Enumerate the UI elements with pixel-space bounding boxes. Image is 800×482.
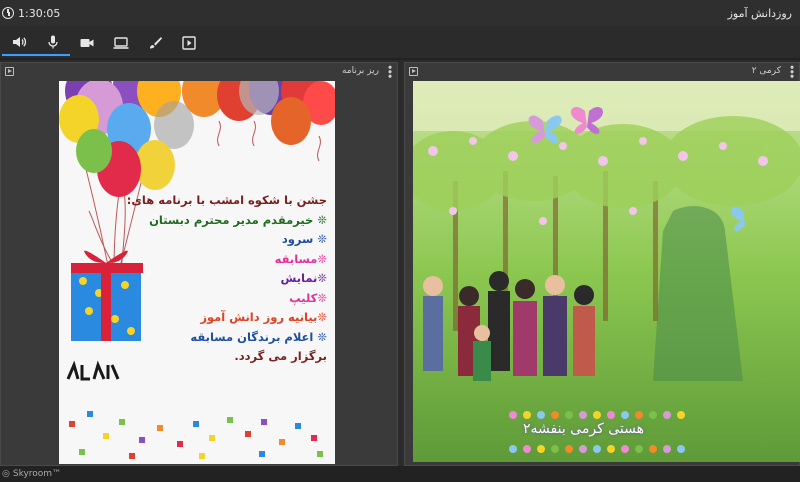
program-line-0: جشن با شکوه امشب با برنامه های: bbox=[126, 193, 327, 207]
program-line-5: ❊کلیپ bbox=[289, 290, 327, 305]
screen-share-icon bbox=[113, 37, 129, 49]
clock-icon bbox=[2, 7, 14, 19]
program-line-7: ❊ اعلام برندگان مسابقه bbox=[190, 329, 327, 344]
panel-play-icon[interactable] bbox=[5, 66, 14, 76]
toolbar-divider bbox=[0, 58, 800, 60]
panel-menu-icon[interactable]: ••• bbox=[383, 64, 396, 77]
footer: ◎ Skyroom™ bbox=[0, 466, 800, 482]
screen-share-button[interactable] bbox=[104, 30, 138, 56]
speaker-icon bbox=[13, 37, 27, 47]
video-frame: هستی کرمی بنفشه۲ bbox=[413, 81, 800, 462]
timer-text: 1:30:05 bbox=[18, 6, 61, 20]
session-timer: 1:30:05 bbox=[2, 7, 60, 20]
panel-play-icon[interactable] bbox=[409, 66, 418, 76]
program-line-4: ❊نمایش bbox=[280, 271, 327, 285]
left-panel-header: ریز برنامه ••• bbox=[1, 63, 397, 79]
video-caption: هستی کرمی بنفشه۲ bbox=[523, 421, 644, 437]
microphone-button[interactable] bbox=[36, 30, 70, 56]
speaker-button[interactable] bbox=[2, 30, 36, 56]
camera-button[interactable] bbox=[70, 30, 104, 56]
right-panel-title: کرمی ۲ bbox=[751, 66, 781, 76]
program-line-8: برگزار می گردد. bbox=[234, 349, 327, 363]
panel-menu-icon[interactable]: ••• bbox=[785, 64, 798, 77]
program-list: جشن با شکوه امشب با برنامه های: ❊ خیرمقد… bbox=[77, 191, 327, 367]
room-title: روزدانش آموز bbox=[727, 6, 792, 20]
play-file-icon bbox=[182, 36, 196, 50]
right-panel-header: کرمی ۲ ••• bbox=[405, 63, 799, 79]
program-line-3: ❊مسابقه bbox=[274, 251, 327, 266]
toolbar bbox=[0, 28, 800, 58]
program-slide: جشن با شکوه امشب با برنامه های: ❊ خیرمقد… bbox=[59, 81, 335, 464]
play-file-button[interactable] bbox=[172, 30, 206, 56]
program-line-6: ❊بیانیه روز دانش آموز bbox=[200, 310, 327, 324]
microphone-icon bbox=[48, 35, 58, 49]
footer-brand: Skyroom™ bbox=[12, 469, 62, 479]
camera-icon bbox=[80, 39, 94, 47]
video-illustration bbox=[413, 81, 800, 462]
left-panel-title: ریز برنامه bbox=[341, 66, 379, 76]
brush-icon bbox=[150, 37, 162, 49]
title-bar: 1:30:05 روزدانش آموز bbox=[0, 0, 800, 26]
whiteboard-button[interactable] bbox=[138, 30, 172, 56]
program-line-1: ❊ خیرمقدم مدیر محترم دبستان bbox=[149, 212, 327, 227]
skyroom-logo-icon: ◎ bbox=[2, 469, 10, 479]
program-line-2: ❊ سرود bbox=[281, 232, 327, 246]
